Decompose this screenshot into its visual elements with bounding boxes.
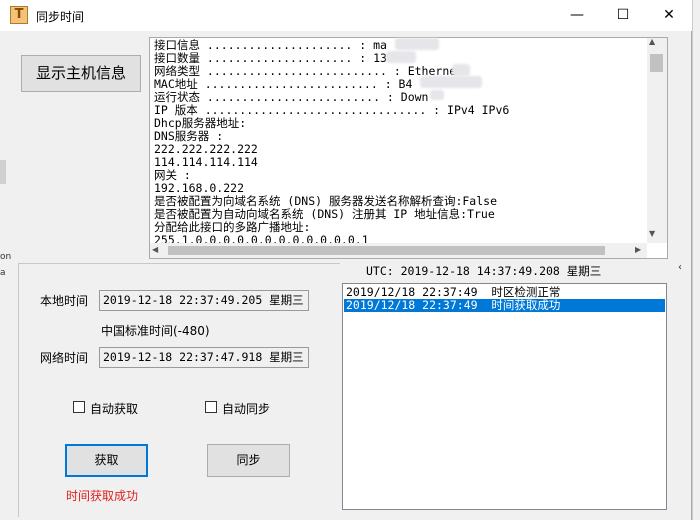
auto-fetch-label[interactable]: 自动获取 bbox=[90, 400, 138, 417]
redaction-mask bbox=[430, 90, 444, 100]
desktop-edge-strip bbox=[692, 0, 700, 520]
close-button[interactable]: ✕ bbox=[646, 0, 692, 31]
window-title: 同步时间 bbox=[36, 10, 85, 24]
app-icon: T bbox=[10, 6, 28, 24]
sync-button[interactable]: 同步 bbox=[207, 444, 290, 477]
status-message: 时间获取成功 bbox=[66, 489, 139, 503]
auto-sync-label[interactable]: 自动同步 bbox=[222, 400, 270, 417]
scroll-left-icon[interactable]: ◀ bbox=[152, 245, 158, 254]
background-window-edge bbox=[0, 160, 6, 184]
auto-sync-checkbox[interactable] bbox=[205, 401, 217, 413]
host-info-line: Dhcp服务器地址: bbox=[154, 116, 247, 130]
vertical-scroll-thumb[interactable] bbox=[650, 54, 663, 72]
host-info-line: 114.114.114.114 bbox=[154, 155, 258, 169]
horizontal-scroll-thumb[interactable] bbox=[168, 246, 605, 255]
log-list-item-selected[interactable]: 2019/12/18 22:37:49 时间获取成功 bbox=[344, 299, 665, 312]
redaction-mask bbox=[395, 38, 439, 50]
fetch-button[interactable]: 获取 bbox=[65, 444, 148, 477]
scroll-up-icon[interactable]: ▲ bbox=[649, 37, 655, 46]
redaction-mask bbox=[452, 64, 470, 76]
local-time-label: 本地时间 bbox=[40, 294, 89, 308]
redaction-mask bbox=[420, 76, 482, 88]
maximize-button[interactable]: ☐ bbox=[600, 0, 646, 31]
auto-fetch-checkbox[interactable] bbox=[73, 401, 85, 413]
log-listbox[interactable] bbox=[342, 283, 667, 510]
side-collapse-arrow-icon[interactable]: ‹ bbox=[678, 262, 682, 273]
show-host-info-button[interactable]: 显示主机信息 bbox=[21, 55, 141, 92]
minimize-button[interactable]: — bbox=[554, 0, 600, 31]
host-info-lines: 接口信息 ..................... : ma 接口数量 ....… bbox=[154, 39, 646, 247]
background-text-fragment: a bbox=[0, 268, 6, 278]
background-text-fragment: on bbox=[0, 252, 12, 262]
timezone-label: 中国标准时间(-480) bbox=[101, 324, 210, 338]
network-time-field[interactable]: 2019-12-18 22:37:47.918 星期三 bbox=[99, 347, 309, 368]
network-time-label: 网络时间 bbox=[40, 351, 89, 365]
scroll-right-icon[interactable]: ▶ bbox=[635, 245, 641, 254]
utc-time-label: UTC: 2019-12-18 14:37:49.208 星期三 bbox=[366, 264, 602, 278]
redaction-mask bbox=[386, 51, 416, 63]
host-info-textarea[interactable]: 接口信息 ..................... : ma 接口数量 ....… bbox=[149, 37, 668, 259]
scroll-down-icon[interactable]: ▼ bbox=[649, 229, 655, 238]
local-time-field[interactable]: 2019-12-18 22:37:49.205 星期三 bbox=[99, 290, 309, 311]
